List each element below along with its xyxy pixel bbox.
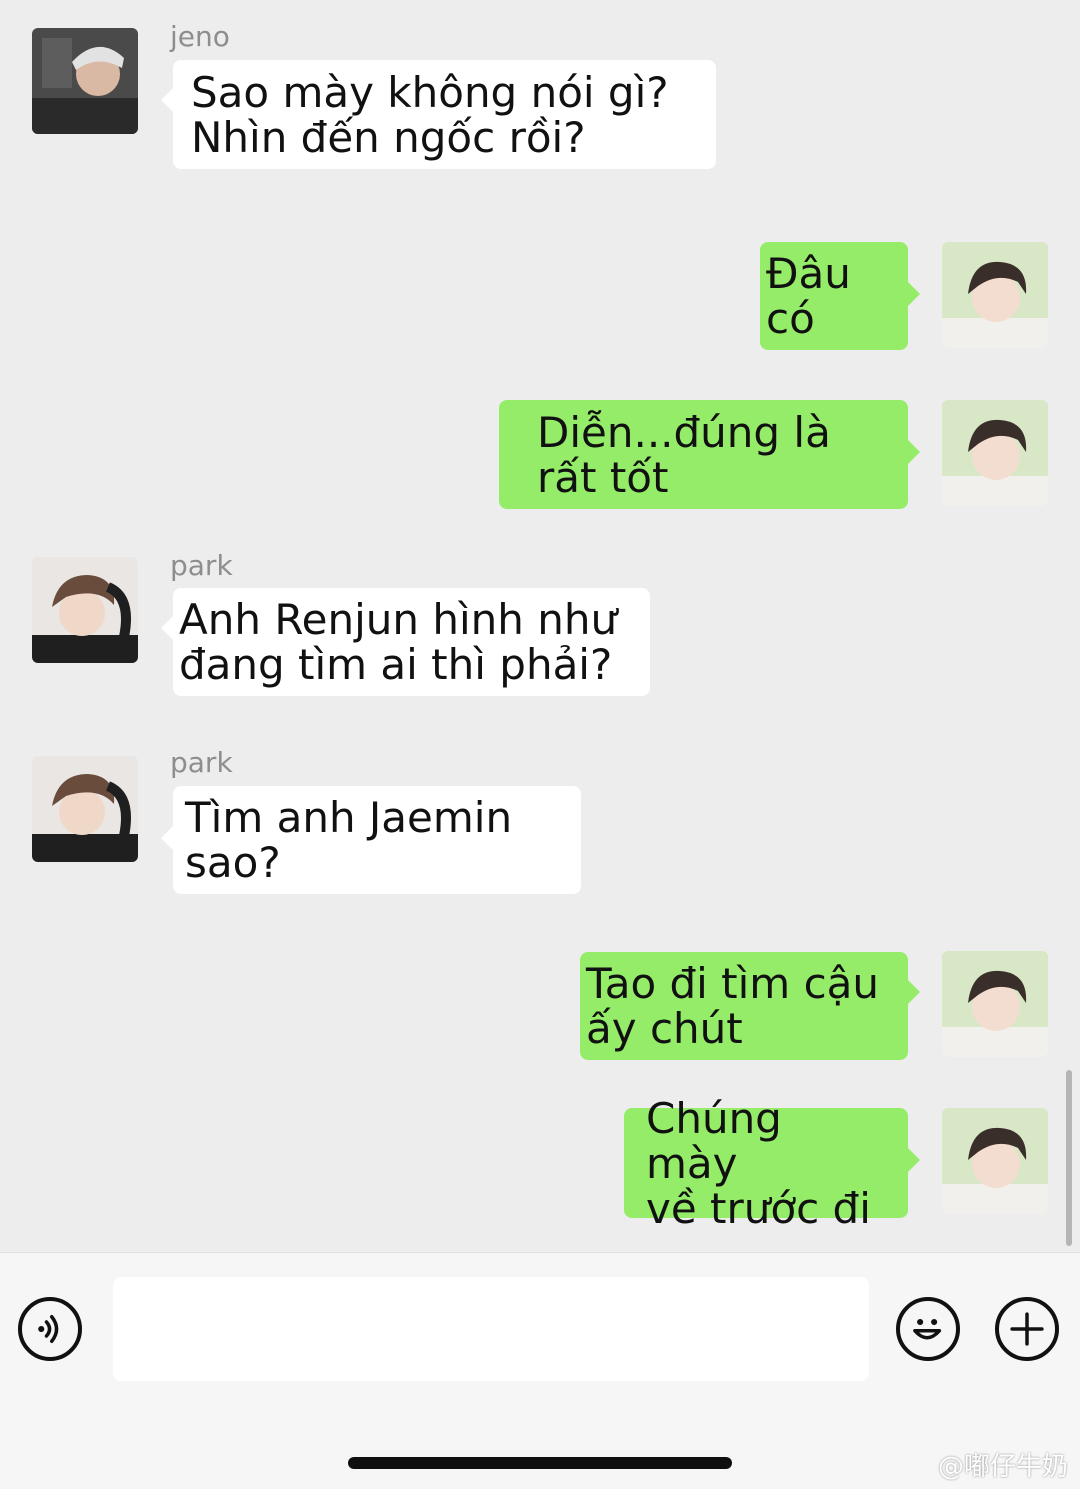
chat-area: jeno Sao mày không nói gì? Nhìn đến ngốc… <box>0 0 1080 1252</box>
park-avatar[interactable] <box>32 557 138 663</box>
outgoing-message-bubble[interactable]: Chúng mày về trước đi <box>624 1096 920 1231</box>
emoji-button[interactable] <box>896 1297 960 1361</box>
plus-icon <box>1010 1312 1044 1346</box>
input-bar <box>0 1252 1080 1489</box>
self-avatar[interactable] <box>942 1108 1048 1214</box>
outgoing-message-bubble[interactable]: Diễn...đúng là rất tốt <box>499 400 920 509</box>
voice-icon <box>38 1315 59 1343</box>
incoming-message-bubble[interactable]: Anh Renjun hình như đang tìm ai thì phải… <box>161 588 650 696</box>
watermark-credit: @嘟仔牛奶 <box>937 1452 1068 1482</box>
emoji-icon <box>913 1318 942 1340</box>
home-indicator[interactable] <box>348 1457 732 1469</box>
jeno-avatar[interactable] <box>32 28 138 134</box>
add-button[interactable] <box>995 1297 1059 1361</box>
self-avatar[interactable] <box>942 951 1048 1057</box>
self-avatar[interactable] <box>942 242 1048 348</box>
incoming-message-bubble[interactable]: Tìm anh Jaemin sao? <box>161 786 581 894</box>
sender-name: jeno <box>170 20 230 53</box>
chat-scrollbar[interactable] <box>1066 1070 1072 1246</box>
outgoing-message-bubble[interactable]: Đâu có <box>760 242 920 350</box>
message-input[interactable] <box>113 1277 869 1381</box>
sender-name: park <box>170 746 233 779</box>
voice-button[interactable] <box>18 1297 82 1361</box>
sender-name: park <box>170 549 233 582</box>
park-avatar[interactable] <box>32 756 138 862</box>
outgoing-message-bubble[interactable]: Tao đi tìm cậu ấy chút <box>580 952 920 1060</box>
incoming-message-bubble[interactable]: Sao mày không nói gì? Nhìn đến ngốc rồi? <box>161 60 716 169</box>
self-avatar[interactable] <box>942 400 1048 506</box>
